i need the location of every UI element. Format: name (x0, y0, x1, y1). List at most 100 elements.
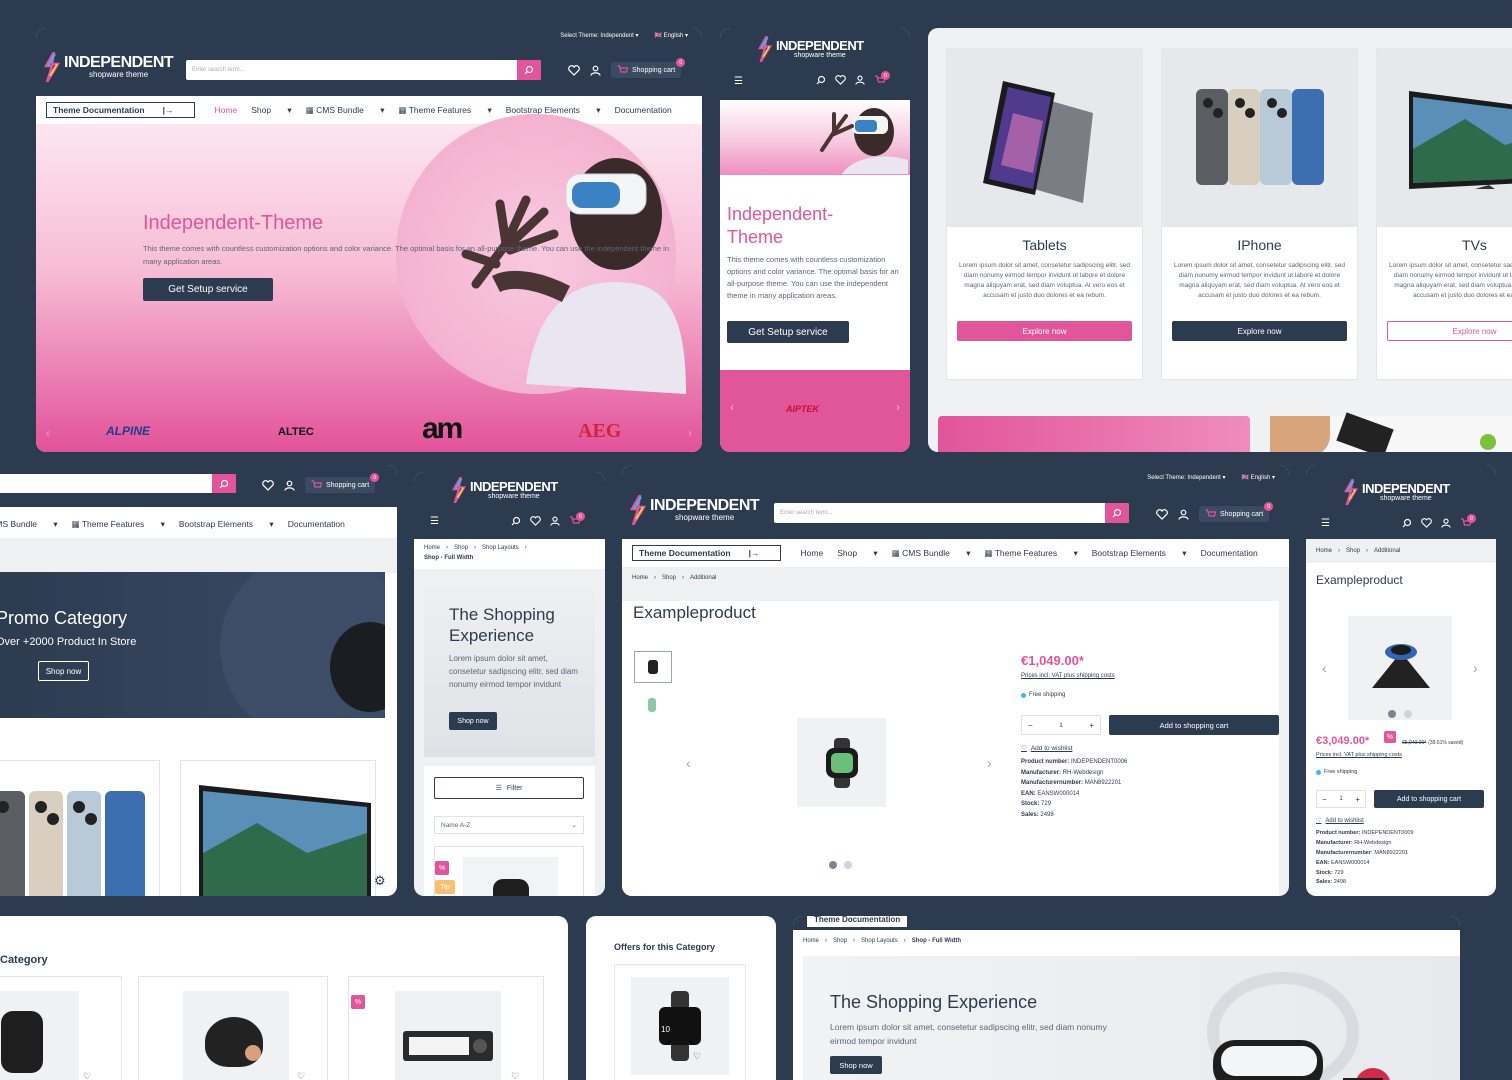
explore-now-button[interactable]: Explore now (957, 321, 1132, 341)
account-user-icon[interactable] (1441, 518, 1451, 528)
menu-hamburger-icon[interactable]: ☰ (734, 76, 743, 87)
nav-home[interactable]: Home (215, 105, 238, 115)
add-to-cart-button[interactable]: Add to shopping cart (1109, 715, 1279, 735)
wishlist-heart-icon[interactable] (835, 75, 846, 85)
theme-select[interactable]: Select Theme: Independent ▾ (1147, 474, 1225, 481)
language-select[interactable]: 🇬🇧 English ▾ (1241, 474, 1275, 481)
cart-button[interactable]: Shopping cart 0 (611, 58, 686, 78)
account-user-icon[interactable] (284, 480, 295, 491)
gallery-dot[interactable] (844, 861, 852, 869)
search-input[interactable]: Enter search term... (186, 67, 245, 73)
banner-shop-now-button[interactable]: Shop now (449, 712, 497, 730)
gallery-prev-icon[interactable]: ‹ (686, 755, 691, 771)
wishlist-heart-icon[interactable] (568, 64, 580, 76)
search-input[interactable]: Enter search term... (774, 510, 833, 516)
nav-cms-bundle[interactable]: ▦ CMS Bundle ▾ (306, 105, 385, 116)
slider-next-icon[interactable]: › (896, 400, 900, 414)
search-icon[interactable] (816, 75, 826, 85)
wishlist-heart-icon[interactable]: ♡ (83, 1071, 91, 1080)
language-select[interactable]: 🇬🇧 English ▾ (654, 32, 688, 39)
nav-theme-features[interactable]: ▦ Theme Features ▾ (984, 548, 1077, 559)
wishlist-heart-icon[interactable]: ♡ (511, 1071, 519, 1080)
price-note-link[interactable]: Prices incl. VAT plus shipping costs (1021, 673, 1115, 679)
brand-logo[interactable]: INDEPENDENT shopware theme (44, 52, 174, 82)
cart-icon[interactable]: 0 (1460, 514, 1476, 528)
mobile-hero-cta-button[interactable]: Get Setup service (727, 321, 849, 343)
search-button[interactable] (517, 60, 541, 80)
wishlist-heart-icon[interactable]: ♡ (693, 1051, 701, 1062)
nav-bootstrap-elements[interactable]: Bootstrap Elements ▾ (1092, 548, 1187, 559)
breadcrumb-additional[interactable]: Additional (690, 575, 716, 581)
quantity-stepper[interactable]: −1 + (1316, 790, 1366, 808)
wishlist-heart-icon[interactable]: ♡ (297, 1071, 305, 1080)
nav-theme-features[interactable]: ▦ Theme Features ▾ (72, 519, 165, 530)
account-user-icon[interactable] (550, 516, 560, 526)
menu-hamburger-icon[interactable]: ☰ (430, 516, 439, 527)
add-to-wishlist-link[interactable]: ♡ Add to wishlist (1316, 817, 1364, 825)
settings-gear-icon[interactable]: ⚙ (374, 873, 390, 889)
nav-cms-bundle[interactable]: ▦ CMS Bundle ▾ (892, 548, 971, 559)
product-card[interactable]: ♡ (0, 976, 122, 1080)
gallery-next-icon[interactable]: › (1473, 660, 1478, 676)
nav-theme-features[interactable]: ▦ Theme Features ▾ (398, 105, 491, 116)
thumbnail-1[interactable] (634, 651, 672, 683)
price-note-link[interactable]: Prices incl. VAT plus shipping costs (1316, 752, 1402, 758)
gallery-next-icon[interactable]: › (987, 755, 992, 771)
search-button[interactable] (1105, 503, 1129, 523)
explore-now-button[interactable]: Explore now (1172, 321, 1347, 341)
theme-docs-button[interactable]: Theme Documentation (807, 916, 908, 927)
offer-product-card[interactable]: 10 ♡ (614, 964, 746, 1080)
nav-documentation[interactable]: Documentation (288, 519, 345, 529)
search-button[interactable] (212, 474, 236, 493)
breadcrumb-home[interactable]: Home (424, 545, 440, 551)
brand-slider-next-icon[interactable]: › (688, 426, 692, 440)
banner-shop-now-button[interactable]: Shop now (830, 1056, 882, 1074)
nav-home[interactable]: Home (801, 548, 824, 558)
wishlist-heart-icon[interactable] (1421, 518, 1432, 528)
theme-docs-button[interactable]: Theme Documentation |→ (632, 545, 781, 561)
cart-button[interactable]: Shopping cart 0 (305, 473, 380, 493)
nav-bootstrap-elements[interactable]: Bootstrap Elements ▾ (179, 519, 274, 530)
breadcrumb-home[interactable]: Home (803, 938, 819, 944)
gallery-dot[interactable] (1404, 710, 1412, 718)
account-user-icon[interactable] (1178, 509, 1189, 520)
brand-slider-prev-icon[interactable]: ‹ (46, 426, 50, 440)
nav-documentation[interactable]: Documentation (615, 105, 672, 115)
breadcrumb-home[interactable]: Home (1316, 548, 1332, 554)
quantity-stepper[interactable]: −1 + (1021, 715, 1101, 735)
filter-button[interactable]: ☰ Filter (434, 777, 584, 799)
cart-button[interactable]: Shopping cart 0 (1199, 502, 1274, 522)
search-icon[interactable] (1402, 518, 1412, 528)
nav-shop[interactable]: Shop ▾ (837, 548, 878, 559)
add-to-cart-button[interactable]: Add to shopping cart (1374, 790, 1484, 808)
theme-docs-button[interactable]: Theme Documentation |→ (46, 102, 195, 118)
wishlist-heart-icon[interactable] (262, 479, 274, 491)
gallery-dot-active[interactable] (829, 861, 837, 869)
cart-icon[interactable]: 0 (569, 512, 585, 526)
search-icon[interactable] (511, 516, 521, 526)
gallery-dot-active[interactable] (1388, 710, 1396, 718)
breadcrumb-home[interactable]: Home (632, 575, 648, 581)
brand-logo[interactable]: INDEPENDENT shopware theme (630, 495, 760, 525)
brand-logo[interactable]: INDEPENDENT shopware theme (758, 36, 864, 62)
nav-shop[interactable]: Shop ▾ (251, 105, 292, 116)
breadcrumb-additional[interactable]: Additional (1374, 548, 1400, 554)
wishlist-heart-icon[interactable] (530, 516, 541, 526)
gallery-prev-icon[interactable]: ‹ (1322, 660, 1327, 676)
breadcrumb-shop[interactable]: Shop (833, 938, 847, 944)
explore-now-button[interactable]: Explore now (1387, 321, 1512, 341)
breadcrumb-shop-layouts[interactable]: Shop Layouts (861, 938, 898, 944)
breadcrumb-shop[interactable]: Shop (454, 545, 468, 551)
theme-select[interactable]: Select Theme: Independent ▾ (560, 32, 638, 39)
brand-logo[interactable]: INDEPENDENT shopware theme (1344, 479, 1450, 505)
breadcrumb-shop-layouts[interactable]: Shop Layouts (482, 545, 519, 551)
menu-hamburger-icon[interactable]: ☰ (1321, 518, 1330, 529)
breadcrumb-shop[interactable]: Shop (662, 575, 676, 581)
product-card[interactable]: ♡ (138, 976, 328, 1080)
nav-documentation[interactable]: Documentation (1201, 548, 1258, 558)
hero-cta-button[interactable]: Get Setup service (143, 278, 273, 301)
wishlist-heart-icon[interactable] (1156, 508, 1168, 520)
brand-logo[interactable]: INDEPENDENT shopware theme (452, 477, 558, 503)
product-card[interactable]: % ♡ (348, 976, 544, 1080)
nav-cms-bundle[interactable]: CMS CMS Bundle ▾ (0, 519, 58, 530)
